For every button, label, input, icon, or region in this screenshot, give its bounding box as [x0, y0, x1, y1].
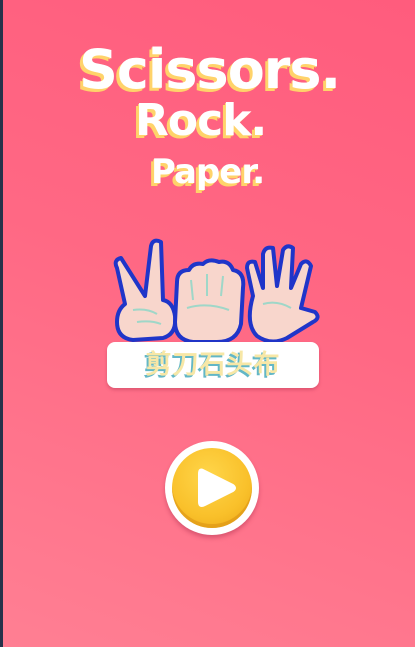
paper-hand-icon: [245, 244, 320, 344]
rock-hand-icon: [173, 258, 246, 344]
play-button[interactable]: [165, 441, 259, 535]
title-paper: Paper.: [151, 152, 265, 192]
play-button-face[interactable]: [172, 448, 252, 528]
logo-banner: 剪刀石头布: [107, 342, 319, 388]
play-icon: [198, 468, 236, 507]
game-start-screen: Scissors. Rock. Paper. 剪刀石头布: [3, 0, 415, 647]
scissors-hand-icon: [113, 238, 178, 342]
logo-caption: 剪刀石头布: [145, 350, 281, 380]
title-scissors: Scissors.: [79, 38, 341, 101]
title-rock: Rock.: [135, 95, 267, 146]
